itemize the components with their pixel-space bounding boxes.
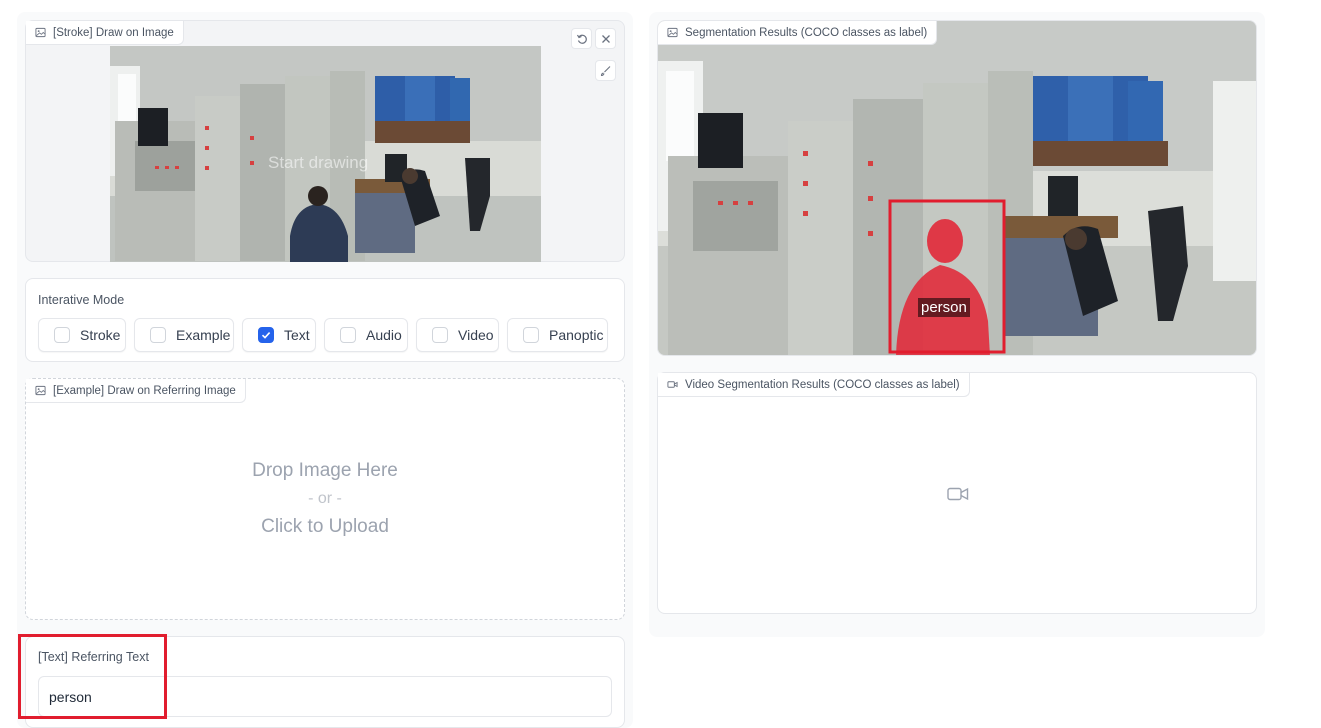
clear-button[interactable] (595, 28, 616, 49)
image-icon (35, 27, 46, 38)
image-icon (35, 385, 46, 396)
stroke-image-editor[interactable]: [Stroke] Draw on Image Start drawing (25, 20, 625, 262)
mode-option-label: Text (284, 327, 310, 343)
drop-or-text: - or - (308, 490, 342, 507)
undo-icon (576, 34, 587, 44)
mode-option-label: Panoptic (549, 327, 604, 343)
mode-option-panoptic[interactable]: Panoptic (507, 318, 608, 352)
interactive-mode-title: Interative Mode (38, 293, 125, 307)
segmentation-results-panel: Segmentation Results (COCO classes as la… (657, 20, 1257, 356)
brush-button[interactable] (595, 60, 616, 81)
example-panel-label: [Example] Draw on Referring Image (26, 379, 246, 403)
segmentation-result-image: person (658, 21, 1256, 355)
video-camera-icon (947, 487, 969, 501)
drop-image-text: Drop Image Here (252, 460, 398, 481)
right-column: Segmentation Results (COCO classes as la… (649, 12, 1265, 637)
close-icon (601, 34, 610, 43)
checkbox-stroke[interactable] (54, 327, 70, 343)
stroke-canvas-image[interactable]: Start drawing (110, 46, 541, 262)
mode-option-label: Stroke (80, 327, 121, 343)
referring-text-label: [Text] Referring Text (38, 650, 149, 664)
segmentation-panel-label: Segmentation Results (COCO classes as la… (658, 21, 938, 45)
mode-option-label: Video (458, 327, 494, 343)
detection-label: person (918, 298, 970, 317)
image-icon (667, 27, 678, 38)
start-drawing-overlay: Start drawing (268, 153, 369, 172)
video-panel-label: Video Segmentation Results (COCO classes… (658, 373, 970, 397)
video-results-panel: Video Segmentation Results (COCO classes… (657, 372, 1257, 614)
mode-option-label: Example (176, 327, 231, 343)
example-image-upload[interactable]: [Example] Draw on Referring Image Drop I… (25, 378, 625, 620)
referring-text-input[interactable] (38, 676, 612, 717)
interactive-mode-panel: Interative Mode Stroke Example Text Audi… (25, 278, 625, 362)
checkbox-text[interactable] (258, 327, 274, 343)
mode-option-video[interactable]: Video (416, 318, 499, 352)
video-icon (667, 381, 678, 388)
brush-icon (600, 65, 610, 76)
referring-text-panel: [Text] Referring Text (25, 636, 625, 728)
checkbox-video[interactable] (432, 327, 448, 343)
checkmark-icon (261, 332, 271, 339)
click-to-upload-text[interactable]: Click to Upload (26, 516, 624, 538)
mode-option-label: Audio (366, 327, 402, 343)
left-column: [Stroke] Draw on Image Start drawing Int… (17, 12, 633, 728)
undo-button[interactable] (571, 28, 592, 49)
stroke-panel-label: [Stroke] Draw on Image (26, 21, 184, 45)
mode-option-example[interactable]: Example (134, 318, 234, 352)
mode-option-stroke[interactable]: Stroke (38, 318, 126, 352)
checkbox-example[interactable] (150, 327, 166, 343)
checkbox-audio[interactable] (340, 327, 356, 343)
mode-option-text[interactable]: Text (242, 318, 316, 352)
mode-option-audio[interactable]: Audio (324, 318, 408, 352)
checkbox-panoptic[interactable] (523, 327, 539, 343)
